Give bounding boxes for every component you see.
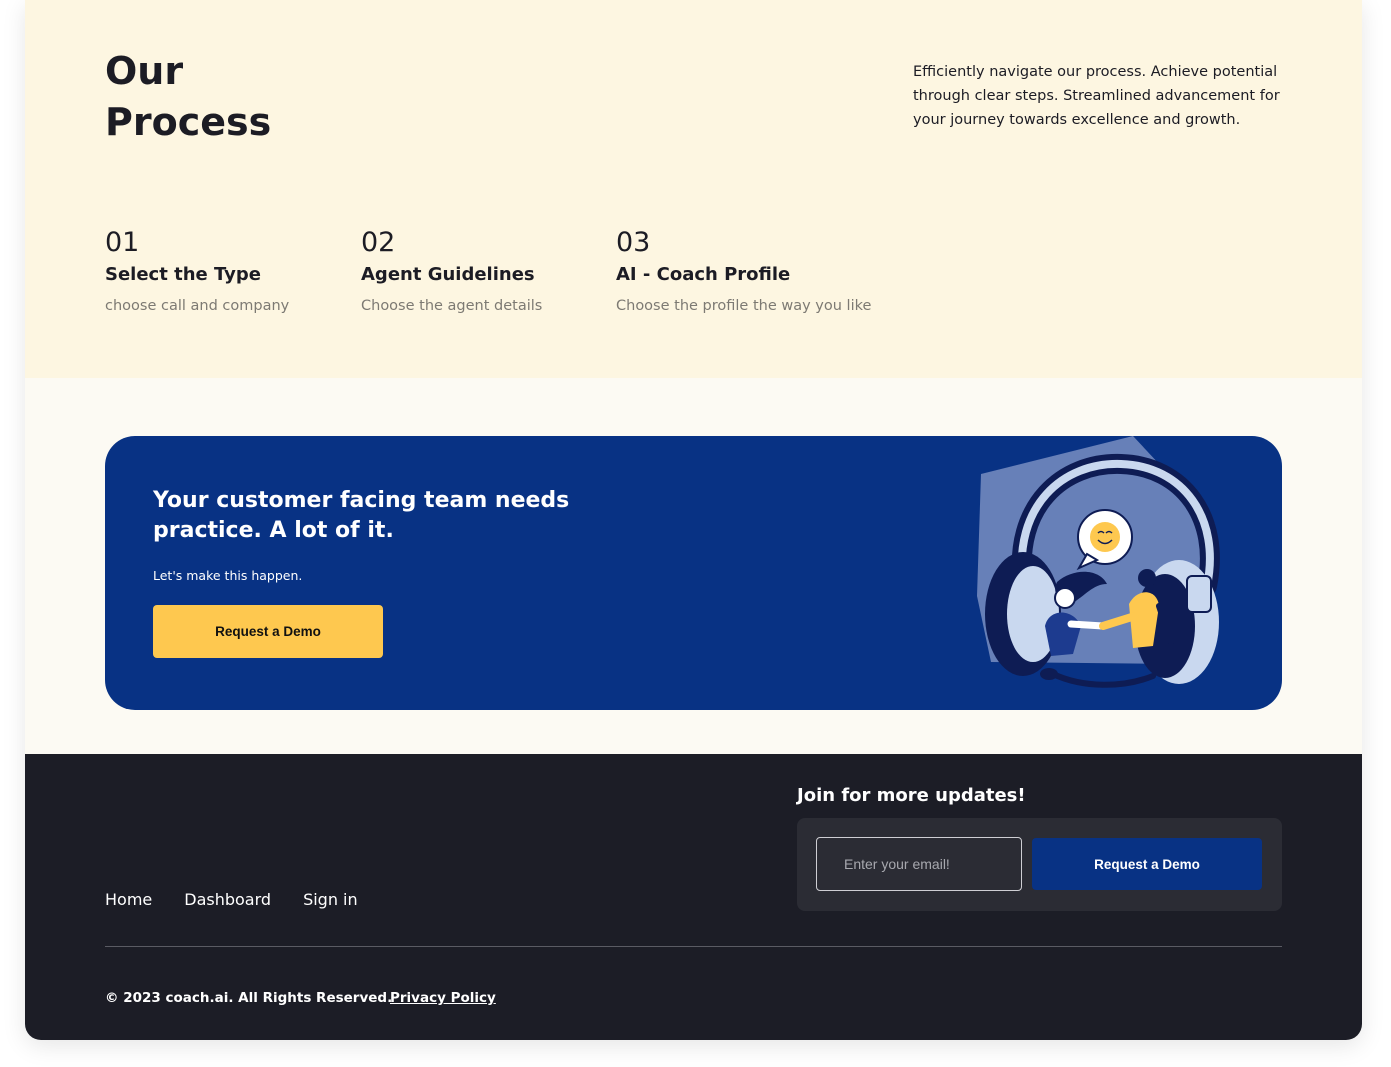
cta-heading: Your customer facing team needs practice… [153, 488, 570, 543]
cta-section: Your customer facing team needs practice… [25, 378, 1362, 754]
support-illustration [977, 436, 1220, 688]
process-step-3: 03 AI - Coach Profile Choose the profile… [616, 226, 871, 316]
step-number: 02 [361, 227, 396, 258]
page: Our Process Efficiently navigate our pro… [25, 0, 1362, 1040]
step-title: Select the Type [105, 264, 261, 285]
privacy-policy-link[interactable]: Privacy Policy [390, 989, 496, 1007]
email-input[interactable] [816, 837, 1022, 891]
step-subtitle: Choose the profile the way you like [616, 298, 872, 314]
footer-divider [105, 946, 1282, 947]
process-step-2: 02 Agent Guidelines Choose the agent det… [361, 226, 542, 316]
footer-request-demo-button[interactable]: Request a Demo [1032, 838, 1262, 890]
join-title: Join for more updates! [797, 785, 1026, 806]
footer: Join for more updates! Request a Demo Ho… [25, 754, 1362, 1040]
step-number: 01 [105, 227, 140, 258]
footer-link-dashboard[interactable]: Dashboard [184, 890, 271, 910]
process-description: Efficiently navigate our process. Achiev… [913, 64, 1280, 128]
step-subtitle: choose call and company [105, 298, 290, 314]
step-title: AI - Coach Profile [616, 264, 791, 285]
footer-nav: Home Dashboard Sign in [105, 890, 390, 910]
copyright: © 2023 coach.ai. All Rights Reserved. [105, 990, 393, 1006]
process-title-line2: Process [105, 100, 272, 144]
subscribe-box: Request a Demo [797, 818, 1282, 911]
process-section: Our Process Efficiently navigate our pro… [25, 0, 1362, 378]
step-number: 03 [616, 227, 651, 258]
cta-subtext: Let's make this happen. [153, 568, 303, 583]
footer-link-sign-in[interactable]: Sign in [303, 890, 358, 910]
step-title: Agent Guidelines [361, 264, 535, 285]
cta-banner: Your customer facing team needs practice… [105, 436, 1282, 710]
request-demo-button[interactable]: Request a Demo [153, 605, 383, 658]
process-title: Our Process [105, 46, 365, 148]
step-subtitle: Choose the agent details [361, 298, 543, 314]
footer-link-home[interactable]: Home [105, 890, 152, 910]
process-step-1: 01 Select the Type choose call and compa… [105, 226, 289, 316]
process-title-line1: Our [105, 49, 184, 93]
